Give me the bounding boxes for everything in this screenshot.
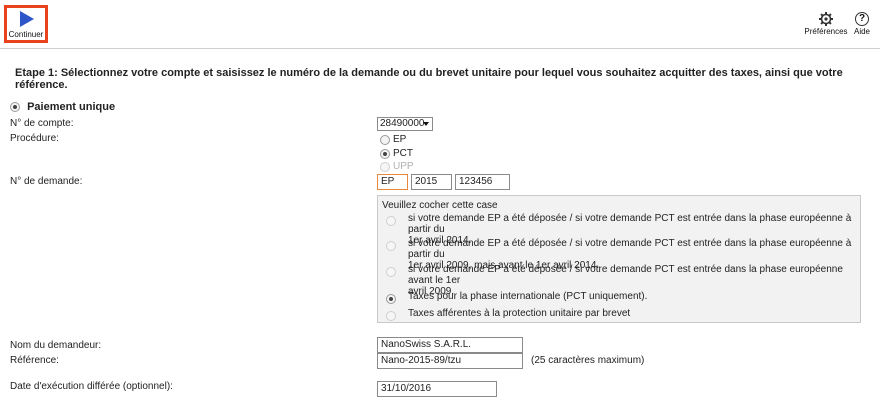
payment-unique-label: Paiement unique	[27, 101, 116, 114]
procedure-pct-label: PCT	[393, 148, 413, 159]
continue-label: Continuer	[8, 30, 44, 39]
application-prefix-input[interactable]: EP	[377, 174, 408, 190]
help-button[interactable]: ? Aide	[851, 12, 873, 36]
fee-option-1-radio	[386, 216, 396, 226]
procedure-ep-radio[interactable]	[380, 134, 390, 145]
procedure-option-ep[interactable]: EP	[380, 134, 406, 145]
fee-option-4-text: Taxes pour la phase internationale (PCT …	[408, 291, 648, 302]
deferred-date-input[interactable]: 31/10/2016	[377, 381, 497, 397]
help-label: Aide	[853, 27, 870, 36]
preferences-label: Préférences	[804, 27, 848, 36]
procedure-upp-label: UPP	[393, 161, 414, 172]
fee-option-5-radio	[386, 311, 396, 321]
applicant-label: Nom du demandeur:	[10, 340, 102, 351]
checkbox-panel: Veuillez cocher cette case si votre dema…	[377, 195, 861, 323]
applicant-input[interactable]: NanoSwiss S.A.R.L.	[377, 337, 523, 353]
procedure-label: Procédure:	[10, 133, 59, 144]
reference-hint: (25 caractères maximum)	[531, 355, 645, 366]
payment-unique-radio[interactable]	[10, 102, 20, 113]
application-number-input[interactable]: 123456	[455, 174, 510, 190]
reference-label: Référence:	[10, 355, 59, 366]
continue-button[interactable]: Continuer	[4, 5, 48, 43]
reference-input[interactable]: Nano-2015-89/tzu	[377, 353, 523, 369]
fee-option-3-radio	[386, 267, 396, 277]
account-select[interactable]: 28490000	[377, 117, 433, 131]
play-icon	[20, 11, 34, 27]
payment-unique-option[interactable]: Paiement unique	[10, 101, 115, 113]
fee-option-2-radio	[386, 241, 396, 251]
application-year-input[interactable]: 2015	[411, 174, 452, 190]
procedure-pct-radio[interactable]	[380, 148, 390, 159]
application-number-label: N° de demande:	[10, 176, 83, 187]
step-instruction: Etape 1: Sélectionnez votre compte et sa…	[15, 67, 843, 91]
fee-option-3-line1: si votre demande EP a été déposée / si v…	[408, 264, 843, 286]
fee-option-2-line1: si votre demande EP a été déposée / si v…	[408, 238, 852, 260]
deferred-date-label: Date d'exécution différée (optionnel):	[10, 381, 173, 392]
toolbar: Continuer Préférences ? Aide	[0, 0, 880, 49]
procedure-option-upp: UPP	[380, 161, 414, 172]
account-value: 28490000	[380, 118, 425, 129]
account-label: N° de compte:	[10, 118, 74, 129]
preferences-button[interactable]: Préférences	[804, 12, 848, 36]
fee-option-5-text: Taxes afférentes à la protection unitair…	[408, 308, 631, 319]
procedure-upp-radio	[380, 161, 390, 172]
gear-icon	[819, 12, 833, 26]
fee-option-4-radio[interactable]	[386, 294, 396, 304]
fee-option-1-line1: si votre demande EP a été déposée / si v…	[408, 213, 852, 235]
checkbox-panel-title: Veuillez cocher cette case	[382, 200, 498, 211]
chevron-down-icon	[423, 122, 429, 126]
help-icon: ?	[855, 12, 869, 26]
procedure-ep-label: EP	[393, 134, 407, 145]
procedure-option-pct[interactable]: PCT	[380, 148, 413, 159]
